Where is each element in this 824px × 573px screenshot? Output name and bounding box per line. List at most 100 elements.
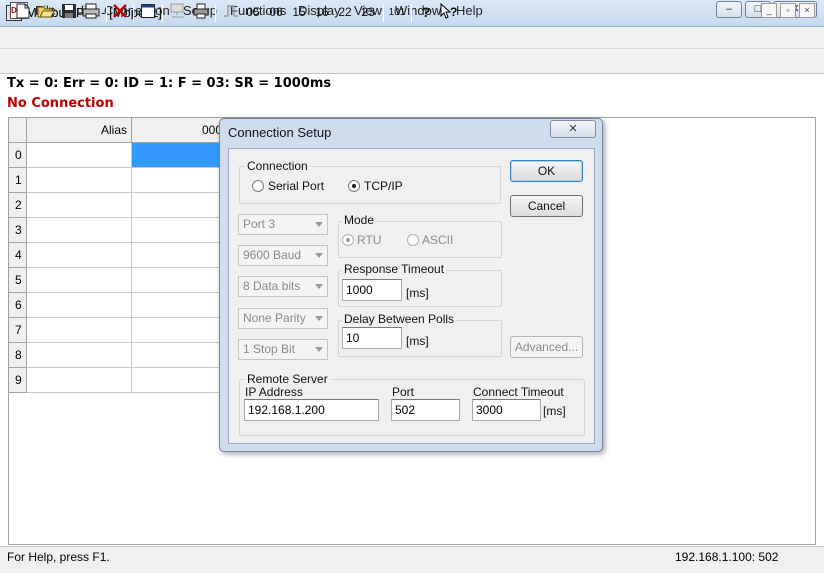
port-select-value: Port 3	[243, 217, 276, 231]
help-icon[interactable]: ?	[417, 3, 435, 22]
alias-cell[interactable]	[27, 193, 132, 218]
alias-cell[interactable]	[27, 243, 132, 268]
mdi-minimize-button[interactable]: _	[761, 3, 777, 18]
toolbar-separator	[411, 4, 412, 22]
value-cell[interactable]	[132, 343, 227, 368]
value-cell[interactable]	[132, 193, 227, 218]
dialog-body: Connection Serial Port TCP/IP OK Cancel …	[228, 148, 595, 444]
function-06-button[interactable]: 06	[267, 3, 285, 22]
function-16-button[interactable]: 16	[313, 3, 331, 22]
rtu-radio[interactable]	[342, 234, 354, 246]
tcpip-label[interactable]: TCP/IP	[364, 179, 403, 193]
ascii-label[interactable]: ASCII	[422, 233, 453, 247]
connect-timeout-input[interactable]: 3000	[472, 399, 541, 421]
row-number[interactable]: 8	[9, 343, 27, 368]
row-number[interactable]: 2	[9, 193, 27, 218]
baud-select[interactable]: 9600 Baud	[238, 245, 328, 266]
toolbar-separator	[106, 4, 107, 22]
menu-help[interactable]: Help	[456, 3, 483, 18]
value-cell[interactable]	[132, 318, 227, 343]
cancel-button[interactable]: Cancel	[510, 195, 583, 217]
value-cell-selected[interactable]	[132, 143, 227, 168]
delay-between-polls-input[interactable]: 10	[342, 327, 402, 349]
alias-cell[interactable]	[27, 343, 132, 368]
advanced-button[interactable]: Advanced...	[510, 336, 583, 358]
function-101-button[interactable]: 101	[388, 3, 406, 22]
ok-button[interactable]: OK	[510, 160, 583, 182]
mdi-close-button[interactable]: ×	[799, 3, 815, 18]
response-timeout-unit: [ms]	[406, 286, 429, 300]
serial-port-radio[interactable]	[252, 180, 264, 192]
alias-cell[interactable]	[27, 268, 132, 293]
chevron-down-icon	[315, 316, 323, 321]
open-icon[interactable]	[37, 3, 55, 22]
data-bits-select-value: 8 Data bits	[243, 279, 301, 293]
alias-cell[interactable]	[27, 368, 132, 393]
ip-address-label: IP Address	[245, 385, 303, 399]
delete-icon[interactable]	[111, 3, 129, 22]
delay-between-polls-label: Delay Between Polls	[342, 312, 457, 326]
print-icon[interactable]	[82, 3, 100, 22]
row-number[interactable]: 6	[9, 293, 27, 318]
parity-select[interactable]: None Parity	[238, 308, 328, 329]
dialog-title: Connection Setup	[228, 125, 332, 140]
new-icon[interactable]	[14, 3, 32, 22]
minimize-button[interactable]: –	[716, 1, 742, 18]
window-icon[interactable]	[139, 3, 157, 22]
ip-address-input[interactable]: 192.168.1.200	[244, 399, 379, 421]
menu-bar	[0, 27, 824, 49]
mode-group-label: Mode	[342, 213, 377, 227]
row-number[interactable]: 3	[9, 218, 27, 243]
value-cell[interactable]	[132, 243, 227, 268]
alias-cell[interactable]	[27, 218, 132, 243]
connection-status: No Connection	[7, 96, 114, 111]
row-number[interactable]: 1	[9, 168, 27, 193]
value-cell[interactable]	[132, 268, 227, 293]
stop-bit-select[interactable]: 1 Stop Bit	[238, 339, 328, 360]
toolbar-separator	[162, 4, 163, 22]
port-label: Port	[392, 385, 415, 399]
row-number[interactable]: 4	[9, 243, 27, 268]
header-address[interactable]: 000	[132, 118, 227, 143]
connect-icon[interactable]	[169, 3, 187, 22]
header-alias[interactable]: Alias	[27, 118, 132, 143]
port-input[interactable]: 502	[391, 399, 460, 421]
port-select[interactable]: Port 3	[238, 214, 328, 235]
row-number[interactable]: 9	[9, 368, 27, 393]
response-timeout-label: Response Timeout	[342, 262, 447, 276]
row-number[interactable]: 7	[9, 318, 27, 343]
value-cell[interactable]	[132, 293, 227, 318]
function-05-button[interactable]: 05	[244, 3, 262, 22]
toolbar-separator	[215, 4, 216, 22]
alias-cell[interactable]	[27, 143, 132, 168]
parity-select-value: None Parity	[243, 311, 306, 325]
row-number[interactable]: 5	[9, 268, 27, 293]
dialog-close-button[interactable]: ✕	[550, 120, 596, 138]
chevron-down-icon	[315, 347, 323, 352]
remote-server-label: Remote Server	[245, 372, 330, 386]
baud-select-value: 9600 Baud	[243, 248, 302, 262]
context-help-icon[interactable]: ?	[440, 2, 458, 22]
value-cell[interactable]	[132, 168, 227, 193]
connect-timeout-unit: [ms]	[543, 404, 566, 418]
function-23-button[interactable]: 23	[359, 3, 377, 22]
print-preview-icon[interactable]	[192, 3, 210, 22]
data-bits-select[interactable]: 8 Data bits	[238, 276, 328, 297]
value-cell[interactable]	[132, 218, 227, 243]
rtu-label[interactable]: RTU	[357, 233, 381, 247]
save-icon[interactable]	[60, 3, 78, 22]
svg-text:?: ?	[450, 5, 457, 19]
response-timeout-input[interactable]: 1000	[342, 279, 402, 301]
serial-port-label[interactable]: Serial Port	[268, 179, 324, 193]
pulse-icon[interactable]	[222, 3, 240, 22]
mdi-restore-button[interactable]: ▫	[780, 3, 796, 18]
ascii-radio[interactable]	[407, 234, 419, 246]
function-22-button[interactable]: 22	[336, 3, 354, 22]
tcpip-radio[interactable]	[348, 180, 360, 192]
alias-cell[interactable]	[27, 168, 132, 193]
alias-cell[interactable]	[27, 318, 132, 343]
function-15-button[interactable]: 15	[290, 3, 308, 22]
row-number[interactable]: 0	[9, 143, 27, 168]
alias-cell[interactable]	[27, 293, 132, 318]
value-cell[interactable]	[132, 368, 227, 393]
